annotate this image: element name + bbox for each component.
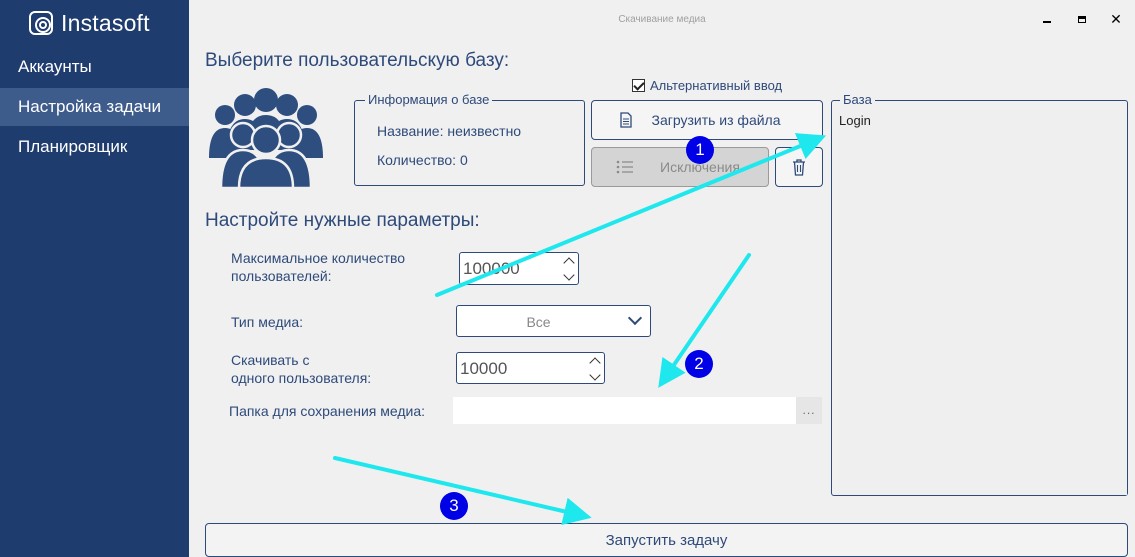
media-type-select[interactable]: Все [456,305,651,337]
maximize-button[interactable] [1071,8,1093,30]
stepper-arrows[interactable] [588,354,602,381]
sidebar-item-accounts[interactable]: Аккаунты [0,48,189,86]
logo: Instasoft [29,8,150,38]
minimize-icon [1043,21,1051,23]
chevron-down-icon[interactable] [589,369,601,381]
per-user-label: Скачивать с одного пользователя: [231,352,372,386]
max-users-label: Максимальное количество пользователей: [231,250,406,284]
step-badge-2: 2 [685,350,713,378]
list-icon [616,160,633,174]
document-icon [620,112,632,128]
media-type-label: Тип медиа: [231,314,303,330]
camera-icon [29,11,53,35]
load-from-file-button[interactable]: Загрузить из файла [591,100,823,140]
sidebar-item-task-settings[interactable]: Настройка задачи [0,88,189,126]
per-user-stepper[interactable]: 10000 [456,352,605,384]
title-bar: Скачивание медиа ✕ [189,0,1135,38]
max-users-stepper[interactable]: 100000 [459,252,579,285]
stepper-arrows[interactable] [562,254,576,281]
base-list[interactable]: Login [838,110,1127,495]
exclusions-button[interactable]: Исключения [591,147,769,187]
sidebar: Instasoft Аккаунты Настройка задачи План… [0,0,189,557]
trash-icon [793,159,805,176]
media-type-value: Все [526,314,551,330]
chevron-up-icon[interactable] [563,257,575,269]
base-info-group: Информация о базе Название: неизвестно К… [354,92,585,186]
window-title: Скачивание медиа [618,14,706,25]
alt-input-checkbox-row[interactable]: Альтернативный ввод [632,78,782,93]
sidebar-item-scheduler[interactable]: Планировщик [0,128,189,166]
alt-input-label: Альтернативный ввод [650,78,783,93]
maximize-icon [1078,16,1086,23]
browse-folder-button[interactable]: ... [796,397,822,424]
minimize-button[interactable] [1036,8,1058,30]
chevron-up-icon[interactable] [589,357,601,369]
users-group-icon [209,88,323,188]
logo-text: Instasoft [61,9,150,36]
alt-input-checkbox[interactable] [632,79,645,92]
close-button[interactable]: ✕ [1105,8,1127,30]
base-name-text: Название: неизвестно [377,123,522,139]
sidebar-nav: Аккаунты Настройка задачи Планировщик [0,48,189,168]
list-item[interactable]: Login [839,113,1126,128]
close-icon: ✕ [1110,11,1122,27]
delete-button[interactable] [775,147,823,187]
max-users-value: 100000 [463,259,520,278]
chevron-down-icon[interactable] [563,269,575,281]
folder-label: Папка для сохранения медиа: [229,403,426,419]
step-badge-3: 3 [440,492,468,520]
load-from-file-label: Загрузить из файла [651,112,781,128]
section-title-params: Настройте нужные параметры: [205,210,480,231]
base-info-legend: Информация о базе [365,92,493,107]
chevron-down-icon [627,310,643,326]
base-legend: База [840,92,875,107]
section-title-base: Выберите пользовательскую базу: [205,50,510,71]
step-badge-1: 1 [686,136,714,164]
run-task-button[interactable]: Запустить задачу [205,523,1128,557]
base-count-text: Количество: 0 [377,152,468,168]
folder-path-input[interactable] [453,397,796,424]
run-task-label: Запустить задачу [605,531,728,549]
per-user-value: 10000 [460,359,508,378]
